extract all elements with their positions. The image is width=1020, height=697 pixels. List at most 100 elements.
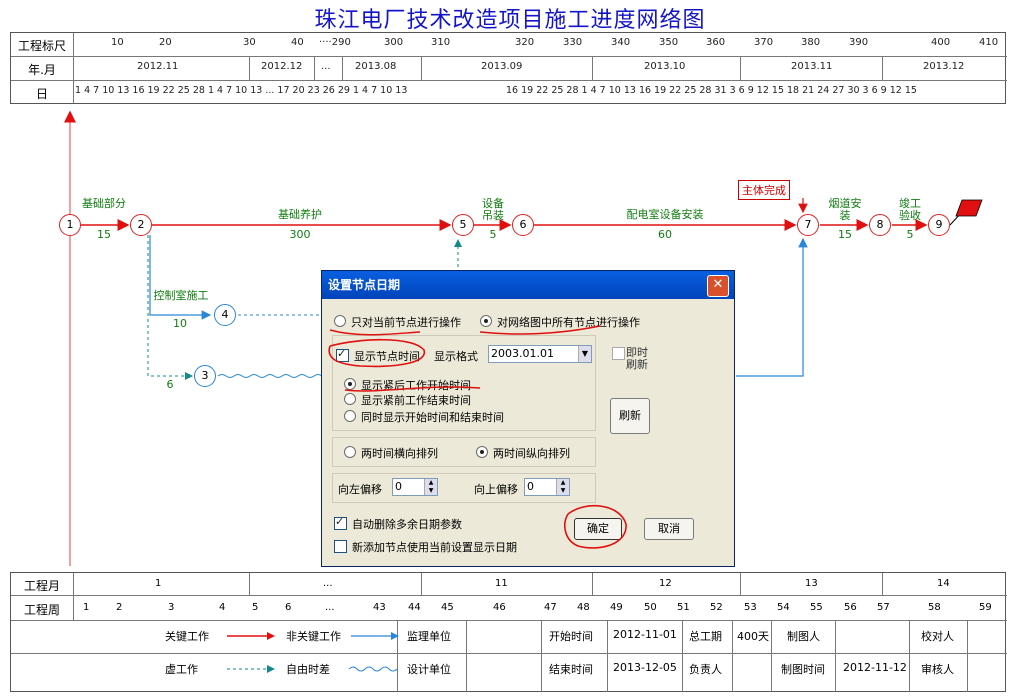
day-cells-right: 16 19 22 25 28 1 4 7 10 13 16 19 22 25 2… [506, 85, 917, 96]
node-4[interactable]: 4 [214, 304, 236, 326]
month-cell: 2013.11 [791, 61, 833, 72]
ok-button[interactable]: 确定 [574, 518, 622, 540]
divider [909, 620, 910, 692]
noncritical-arrow [149, 235, 212, 320]
radio-label: 两时间横向排列 [361, 447, 438, 460]
supervisor-label: 监理单位 [407, 630, 451, 643]
node-7[interactable]: 7 [797, 214, 819, 236]
chevron-down-icon[interactable]: ▼ [424, 487, 437, 495]
project-week: 1 [83, 602, 90, 613]
close-icon[interactable]: ✕ [707, 275, 729, 297]
day-cells-left: 1 4 7 10 13 16 19 22 25 28 1 4 7 10 13 .… [75, 85, 408, 96]
chevron-up-icon[interactable]: ▲ [424, 479, 437, 487]
radio-current-node[interactable]: 只对当前节点进行操作 [334, 314, 461, 330]
chevron-down-icon[interactable]: ▼ [556, 487, 569, 495]
checkbox-label: 新添加节点使用当前设置显示日期 [352, 541, 517, 554]
refresh-button[interactable]: 刷新 [610, 398, 650, 434]
node-1[interactable]: 1 [59, 214, 81, 236]
legend-dummy: 虚工作 [165, 663, 198, 676]
radio-icon [344, 393, 356, 405]
divider [592, 56, 593, 80]
radio-successor-start[interactable]: 显示紧后工作开始时间 [344, 377, 471, 393]
activity-duration: 6 [166, 378, 174, 391]
chevron-down-icon[interactable]: ▼ [578, 346, 591, 362]
footer-table: 工程月 工程周 1 ... 11 12 13 14 1 2 3 4 5 6 ..… [10, 572, 1007, 692]
critical-legend-arrow [227, 632, 275, 640]
project-month: 13 [805, 578, 818, 589]
radio-predecessor-end[interactable]: 显示紧前工作结束时间 [344, 392, 471, 408]
cancel-button[interactable]: 取消 [644, 518, 694, 540]
scale-tick: 320 [515, 37, 535, 48]
show-time-checkbox[interactable]: 显示节点时间 [336, 347, 420, 364]
radio-vertical[interactable]: 两时间纵向排列 [476, 445, 570, 461]
radio-horizontal[interactable]: 两时间横向排列 [344, 445, 438, 461]
divider [421, 573, 422, 595]
left-offset-stepper[interactable]: 0 ▲ ▼ [392, 478, 438, 496]
legend-critical: 关键工作 [165, 630, 209, 643]
radio-icon [344, 378, 356, 390]
project-week: 2 [116, 602, 123, 613]
node-5[interactable]: 5 [452, 214, 474, 236]
radio-both-times[interactable]: 同时显示开始时间和结束时间 [344, 409, 504, 425]
auto-delete-checkbox[interactable]: 自动删除多余日期参数 [334, 515, 462, 532]
month-cell: 2013.12 [923, 61, 965, 72]
end-time-label: 结束时间 [549, 663, 593, 676]
project-week: 54 [777, 602, 790, 613]
draw-time-label: 制图时间 [781, 663, 825, 676]
project-week: 56 [844, 602, 857, 613]
end-time-value: 2013-12-05 [613, 661, 677, 674]
float-legend-wave [349, 666, 398, 672]
checkbox-label: 显示节点时间 [354, 350, 420, 363]
checkbox-icon [336, 347, 349, 362]
format-select[interactable]: 2003.01.01 ▼ [488, 345, 592, 363]
radio-icon [476, 446, 488, 458]
dialog-title: 设置节点日期 [322, 271, 734, 299]
project-month: 12 [659, 578, 672, 589]
project-week: 50 [644, 602, 657, 613]
scale-tick: 350 [659, 37, 679, 48]
left-offset-value: 0 [395, 480, 402, 493]
scale-tick: 380 [801, 37, 821, 48]
divider [541, 620, 542, 692]
node-9[interactable]: 9 [928, 214, 950, 236]
checkbox-label: 自动删除多余日期参数 [352, 518, 462, 531]
divider [732, 620, 733, 692]
divider [882, 56, 883, 80]
new-node-checkbox[interactable]: 新添加节点使用当前设置显示日期 [334, 539, 517, 555]
checkbox-icon [334, 540, 347, 553]
chevron-up-icon[interactable]: ▲ [556, 479, 569, 487]
node-8[interactable]: 8 [869, 214, 891, 236]
scale-tick: ····290 [319, 37, 351, 48]
divider [835, 620, 836, 692]
node-6[interactable]: 6 [512, 214, 534, 236]
dummy-legend-arrow [227, 665, 275, 673]
noncritical-arrow [736, 237, 808, 377]
dummy-arrow [147, 235, 193, 380]
divider [11, 653, 1007, 654]
divider [73, 33, 74, 103]
divider [342, 56, 343, 80]
project-week: 4 [219, 602, 226, 613]
radio-all-nodes[interactable]: 对网络图中所有节点进行操作 [480, 314, 640, 330]
project-month: 14 [937, 578, 950, 589]
milestone-label: 主体完成 [738, 180, 790, 200]
project-month: 1 [155, 578, 162, 589]
designer-label: 设计单位 [407, 663, 451, 676]
activity-label: 基础养护 [278, 208, 322, 221]
project-month: 11 [495, 578, 508, 589]
project-week: 58 [928, 602, 941, 613]
month-cell: 2013.09 [481, 61, 523, 72]
activity-label: 竣工验收 [899, 197, 921, 222]
row-label-project-week: 工程周 [23, 603, 60, 617]
radio-label: 只对当前节点进行操作 [351, 316, 461, 329]
divider [11, 56, 1007, 57]
divider [249, 56, 250, 80]
scale-tick: 30 [243, 37, 256, 48]
node-3[interactable]: 3 [194, 365, 216, 387]
scale-tick: 20 [159, 37, 172, 48]
activity-label: 烟道安装 [828, 197, 862, 222]
node-2[interactable]: 2 [130, 214, 152, 236]
float-wave [217, 374, 323, 378]
up-offset-stepper[interactable]: 0 ▲ ▼ [524, 478, 570, 496]
activity-duration: 10 [173, 317, 187, 330]
